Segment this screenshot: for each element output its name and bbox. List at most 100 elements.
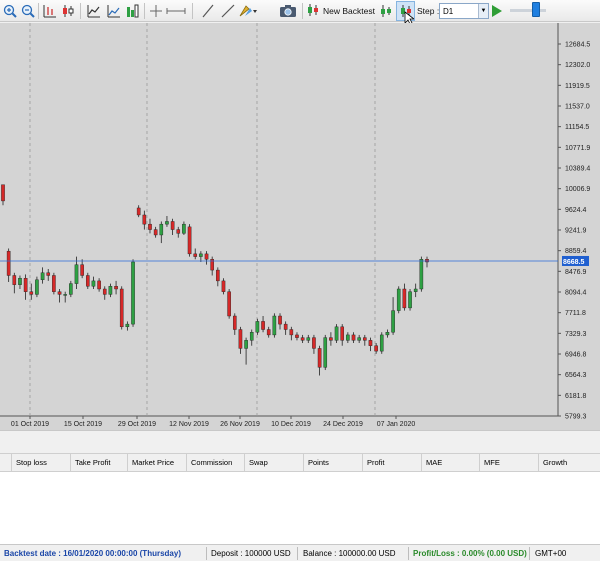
candle-body [249, 332, 254, 341]
candle-body [85, 275, 90, 287]
speed-slider-thumb[interactable] [532, 2, 540, 17]
status-timezone: GMT+00 [535, 549, 567, 558]
candle-body [57, 291, 62, 295]
zoom-in-icon[interactable] [2, 3, 18, 19]
candle-body [35, 279, 39, 295]
candle-body [216, 269, 220, 282]
col-mfe[interactable]: MFE [479, 454, 538, 472]
candle-body [351, 334, 356, 341]
vertical-line-icon[interactable] [200, 3, 216, 19]
status-deposit: Deposit : 100000 USD [211, 549, 291, 558]
x-tick-label: 12 Nov 2019 [169, 421, 209, 428]
candle-body [413, 288, 418, 292]
candle-body [312, 337, 316, 349]
candle-body [12, 275, 17, 285]
new-backtest-icon [306, 3, 320, 19]
trades-table-body [0, 472, 600, 544]
candle-body [329, 337, 333, 341]
candle-body [125, 323, 130, 328]
candle-body [52, 275, 56, 292]
col-growth[interactable]: Growth [538, 454, 600, 472]
toolbar: New Backtest Step : D1 ▼ [0, 0, 600, 25]
candle-body [238, 329, 243, 349]
candle-body [119, 288, 124, 328]
col-stop-loss[interactable]: Stop loss [11, 454, 70, 472]
x-tick-label: 26 Nov 2019 [220, 421, 260, 428]
y-tick-label: 9241.9 [565, 228, 587, 235]
y-tick-label: 8859.4 [565, 248, 587, 255]
step-label: Step : [417, 6, 440, 16]
candle-body [153, 229, 158, 236]
horizontal-line-icon[interactable] [166, 3, 186, 19]
start-icon[interactable] [378, 3, 394, 19]
candle-body [193, 253, 198, 257]
y-tick-label: 8476.9 [565, 269, 587, 276]
y-tick-label: 6946.8 [565, 352, 587, 359]
candle-body [29, 291, 34, 295]
candle-body [63, 294, 67, 296]
trend-line-icon[interactable] [220, 3, 236, 19]
col-market-price[interactable]: Market Price [127, 454, 185, 472]
candle-body [97, 280, 101, 290]
candle-body [283, 323, 288, 330]
line-chart-icon[interactable] [86, 3, 102, 19]
status-backtest-date: Backtest date : 16/01/2020 00:00:00 (Thu… [4, 549, 181, 558]
volume-bars-icon[interactable] [124, 3, 140, 19]
y-tick-label: 10389.4 [565, 166, 590, 173]
candle-body [227, 291, 231, 317]
candle-body [334, 326, 339, 341]
crosshair-icon[interactable] [148, 3, 164, 19]
speed-slider-track[interactable] [510, 9, 546, 12]
y-tick-label: 10771.9 [565, 145, 590, 152]
candle-body [69, 283, 73, 295]
col-commission[interactable]: Commission [186, 454, 244, 472]
candlestick-icon[interactable] [60, 3, 76, 19]
play-icon[interactable] [492, 5, 502, 17]
y-tick-label: 11154.5 [565, 124, 589, 131]
area-chart-icon[interactable] [106, 3, 122, 19]
candle-body [363, 337, 367, 341]
y-tick-label: 6181.8 [565, 393, 587, 400]
candle-body [148, 223, 152, 230]
col-mae[interactable]: MAE [421, 454, 479, 472]
candle-body [346, 334, 350, 341]
col-take-profit[interactable]: Take Profit [70, 454, 127, 472]
candle-body [402, 288, 407, 309]
y-tick-label: 11537.0 [565, 104, 590, 111]
draw-tools-icon[interactable] [238, 3, 258, 19]
col-profit[interactable]: Profit [362, 454, 421, 472]
price-chart[interactable]: 12684.5 12302.0 11919.5 11537.0 11154.5 10771… [0, 23, 600, 430]
y-tick-label: 7711.8 [565, 310, 586, 317]
step-timeframe-select[interactable]: D1 ▼ [439, 3, 489, 19]
candle-body [419, 259, 424, 290]
candle-body [379, 334, 384, 352]
col-points[interactable]: Points [303, 454, 362, 472]
candle-body [176, 229, 181, 234]
y-tick-label: 7329.3 [565, 331, 587, 338]
candle-body [300, 337, 305, 341]
y-tick-label: 10006.9 [565, 186, 590, 193]
candle-body [391, 310, 395, 333]
y-tick-label: 9624.4 [565, 207, 587, 214]
y-tick-label: 5799.3 [565, 414, 587, 421]
candle-body [114, 286, 118, 290]
x-tick-label: 10 Dec 2019 [271, 421, 311, 428]
status-bar: Backtest date : 16/01/2020 00:00:00 (Thu… [0, 544, 600, 561]
candle-body [74, 264, 79, 284]
zoom-out-icon[interactable] [20, 3, 36, 19]
candle-body [261, 321, 265, 330]
bar-chart-icon[interactable] [42, 3, 58, 19]
candle-body [131, 261, 135, 325]
candle-body [46, 272, 51, 276]
candle-body [165, 221, 169, 225]
candle-body [278, 315, 282, 325]
candle-body [396, 288, 401, 311]
y-tick-label: 12302.0 [565, 62, 590, 69]
new-backtest-button[interactable]: New Backtest [306, 3, 375, 19]
col-swap[interactable]: Swap [244, 454, 303, 472]
screenshot-icon[interactable] [278, 3, 298, 19]
trades-table-header: Stop loss Take Profit Market Price Commi… [0, 453, 600, 472]
chevron-down-icon[interactable]: ▼ [478, 4, 488, 18]
candle-body [340, 326, 345, 341]
candle-body [204, 253, 209, 260]
